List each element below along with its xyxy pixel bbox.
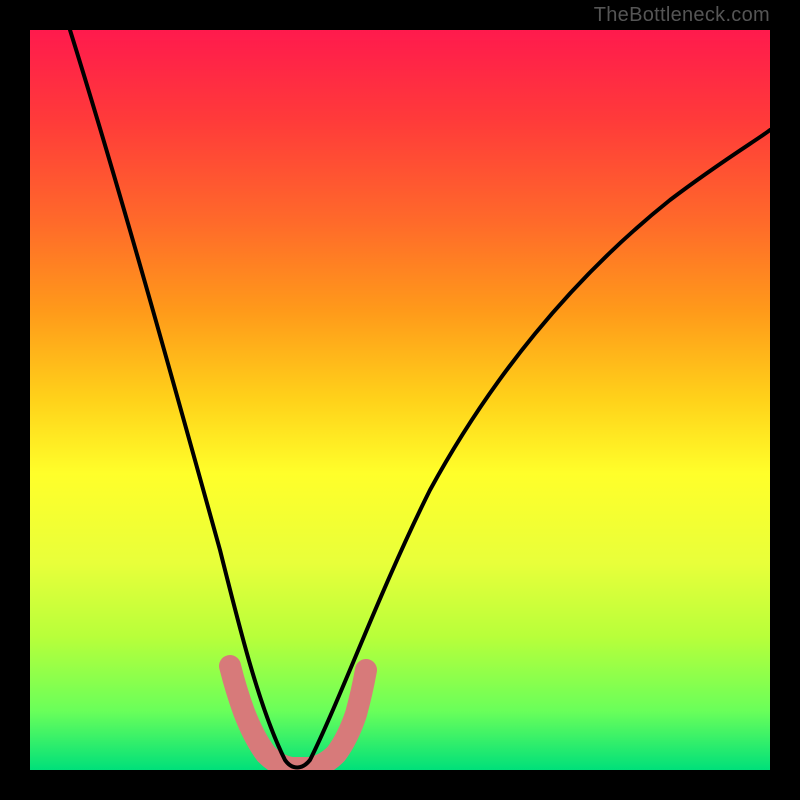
bottleneck-curve-path (70, 30, 770, 768)
outer-frame: TheBottleneck.com (0, 0, 800, 800)
chart-svg (30, 30, 770, 770)
watermark-text: TheBottleneck.com (594, 4, 770, 27)
plot-area (30, 30, 770, 770)
